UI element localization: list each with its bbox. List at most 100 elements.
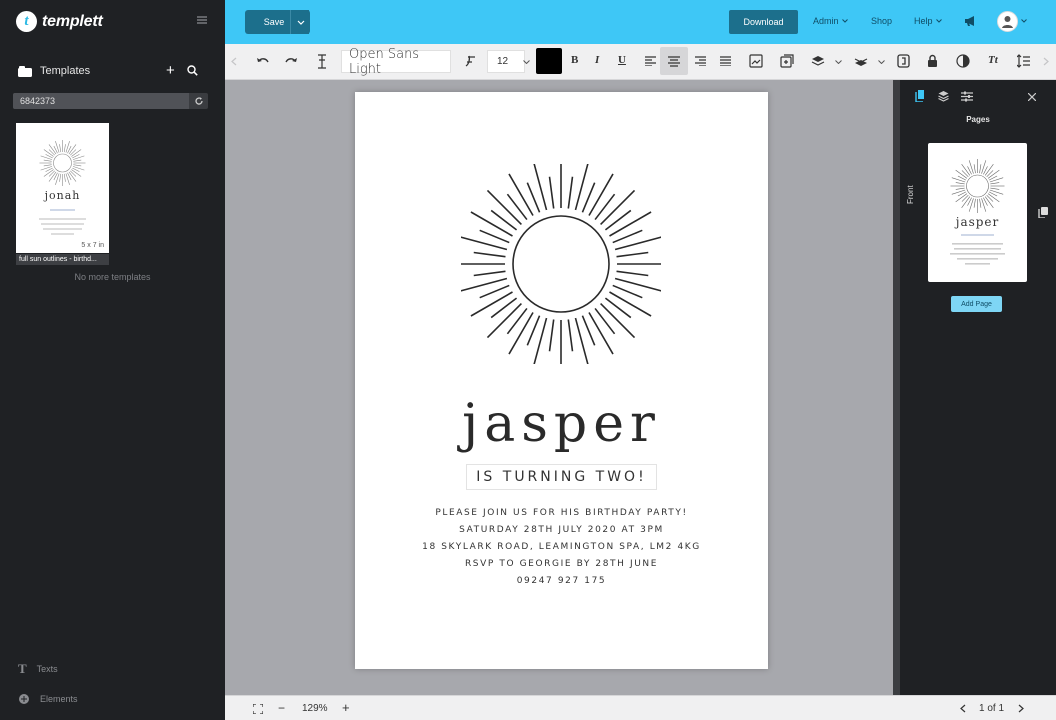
underline-button[interactable]: U [618, 54, 626, 66]
templates-label: Templates [40, 65, 91, 77]
chevron-down-icon[interactable] [1021, 19, 1027, 23]
help-label: Help [914, 16, 933, 26]
pages-panel-title: Pages [966, 115, 990, 124]
details-line: SATURDAY 28TH JULY 2020 AT 3PM [459, 525, 664, 535]
fullscreen-icon[interactable] [253, 704, 263, 714]
page-thumbnail[interactable]: jasper [928, 143, 1027, 282]
font-family-select[interactable]: Open Sans Light [341, 47, 451, 77]
page-indicator: 1 of 1 [979, 703, 1005, 714]
align-right-icon[interactable] [695, 56, 706, 66]
page-settings-icon[interactable] [897, 54, 910, 68]
align-left-icon[interactable] [645, 56, 656, 66]
invitation-page[interactable]: jasper IS TURNING TWO! PLEASE JOIN US FO… [355, 92, 768, 669]
prev-page-icon[interactable] [960, 704, 966, 713]
thumbnail-name: jonah [44, 189, 81, 202]
template-search-bar [13, 93, 208, 109]
italic-button[interactable]: I [595, 54, 599, 66]
chevron-down-icon[interactable] [835, 60, 842, 64]
settings-tab-icon[interactable] [961, 91, 973, 102]
undo-icon[interactable] [256, 56, 269, 66]
invitation-details[interactable]: PLEASE JOIN US FOR HIS BIRTHDAY PARTY! S… [355, 505, 768, 590]
chevron-down-icon [297, 20, 304, 25]
chevron-down-icon [935, 19, 942, 23]
admin-menu[interactable]: Admin [813, 16, 848, 26]
font-style-icon[interactable] [463, 55, 476, 68]
zoom-out-button[interactable]: − [278, 701, 285, 715]
details-line: 09247 927 175 [516, 576, 607, 586]
details-line: PLEASE JOIN US FOR HIS BIRTHDAY PARTY! [435, 508, 688, 518]
sidebar-item-texts[interactable]: T Texts [18, 661, 58, 677]
elements-icon [18, 693, 30, 705]
admin-label: Admin [813, 16, 839, 26]
templates-header: Templates + [18, 62, 208, 80]
templates-folder-icon [18, 65, 32, 77]
logo-icon: t [16, 11, 37, 32]
sidebar-item-elements-label: Elements [40, 694, 78, 704]
chevron-down-icon [841, 19, 848, 23]
design-canvas[interactable]: jasper IS TURNING TWO! PLEASE JOIN US FO… [225, 80, 893, 695]
layer-backward-icon[interactable] [854, 55, 868, 67]
duplicate-icon[interactable] [780, 54, 794, 68]
page-thumbnail-graphic [950, 159, 1005, 265]
announcement-icon[interactable] [964, 15, 977, 27]
lock-icon[interactable] [927, 54, 938, 67]
text-height-icon[interactable] [316, 54, 328, 69]
close-icon[interactable] [1028, 93, 1036, 101]
details-line: 18 SKYLARK ROAD, LEAMINGTON SPA, LM2 4KG [422, 542, 701, 552]
front-label: Front [906, 185, 915, 204]
align-center-icon [668, 56, 680, 67]
refresh-icon[interactable] [194, 96, 204, 106]
copy-page-icon[interactable] [1038, 207, 1048, 218]
template-caption[interactable]: full sun outlines - birthd... [16, 254, 109, 265]
save-dropdown[interactable] [290, 10, 310, 34]
zoom-in-button[interactable]: + [342, 700, 350, 715]
redo-icon[interactable] [285, 56, 298, 66]
avatar[interactable] [997, 11, 1018, 32]
sun-graphic[interactable] [461, 164, 661, 364]
search-icon[interactable] [187, 65, 198, 76]
top-bar: Save Download Admin Shop Help [225, 0, 1056, 44]
bold-button[interactable]: B [571, 54, 578, 66]
text-icon: T [18, 661, 27, 676]
add-page-button[interactable]: Add Page [951, 296, 1002, 312]
page-thumbnail-name: jasper [955, 215, 1000, 229]
text-transform-button[interactable]: Tt [988, 54, 998, 66]
left-sidebar: t templett Templates + 6842373 jonah 5 x… [0, 0, 225, 720]
image-replace-icon[interactable] [749, 54, 763, 68]
font-size-input[interactable]: 12 [487, 50, 525, 73]
shop-link[interactable]: Shop [871, 16, 892, 26]
scroll-left-icon[interactable] [231, 57, 237, 66]
text-color-swatch[interactable] [536, 48, 562, 74]
logo-text: templett [42, 12, 103, 30]
no-more-templates: No more templates [74, 272, 151, 282]
chevron-down-icon[interactable] [878, 60, 885, 64]
opacity-icon[interactable] [956, 54, 970, 68]
menu-collapse-icon[interactable] [197, 16, 207, 24]
invitation-subtitle[interactable]: IS TURNING TWO! [466, 464, 657, 490]
line-spacing-icon[interactable] [1017, 54, 1030, 68]
panel-divider [893, 80, 900, 695]
zoom-level[interactable]: 129% [302, 703, 328, 714]
pages-tab-icon[interactable] [915, 90, 925, 102]
next-page-icon[interactable] [1018, 704, 1024, 713]
help-menu[interactable]: Help [914, 16, 942, 26]
layer-forward-icon[interactable] [811, 55, 825, 67]
bottom-bar: − 129% + 1 of 1 [225, 695, 1056, 720]
thumbnail-sun-graphic [39, 140, 86, 235]
align-center-button[interactable] [660, 47, 688, 75]
invitation-name[interactable]: jasper [355, 394, 768, 454]
sidebar-item-elements[interactable]: Elements [18, 693, 78, 705]
add-template-icon[interactable]: + [166, 63, 175, 78]
details-line: RSVP TO GEORGIE BY 28TH JUNE [464, 559, 659, 569]
layers-tab-icon[interactable] [938, 91, 949, 102]
template-thumbnail[interactable]: jonah 5 x 7 in [16, 123, 109, 253]
shop-label: Shop [871, 16, 893, 26]
template-size: 5 x 7 in [81, 242, 104, 249]
template-search-input[interactable] [13, 93, 189, 109]
chevron-down-icon[interactable] [523, 60, 530, 64]
scroll-right-icon[interactable] [1043, 57, 1049, 66]
templett-logo[interactable]: t templett [16, 11, 103, 32]
download-button[interactable]: Download [729, 10, 798, 34]
justify-icon[interactable] [720, 56, 731, 66]
format-toolbar: Open Sans Light 12 B I U Tt [225, 44, 1056, 80]
